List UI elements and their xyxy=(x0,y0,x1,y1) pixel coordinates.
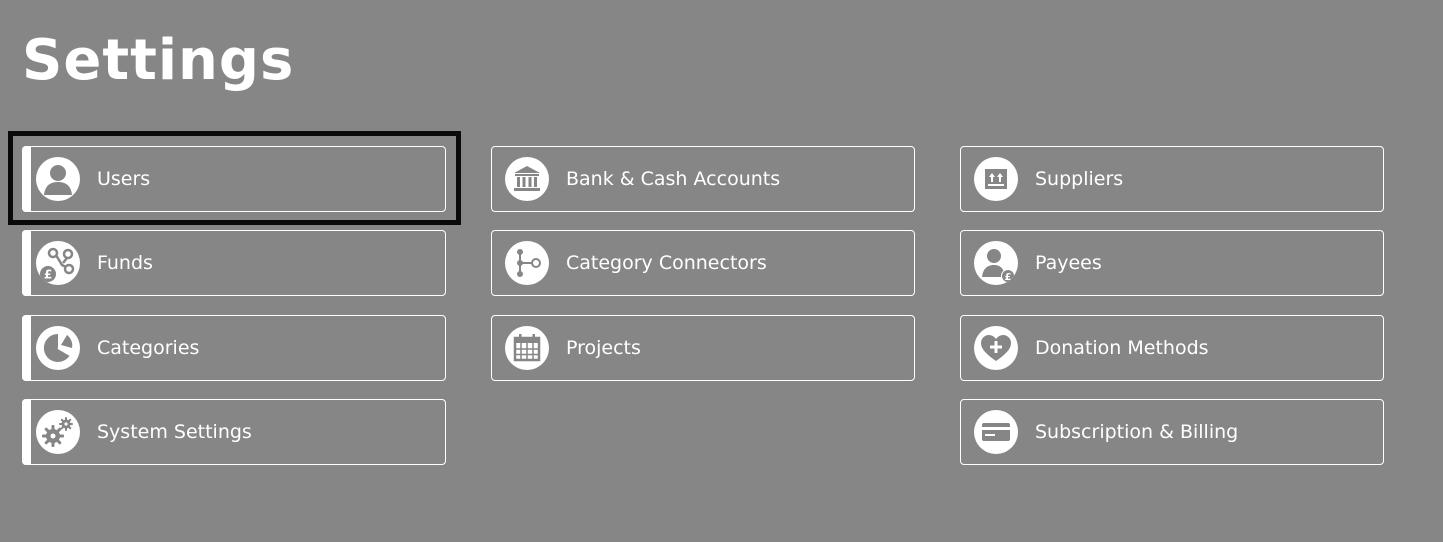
heart-plus-icon xyxy=(974,326,1018,370)
settings-tile-label: Funds xyxy=(97,252,153,274)
svg-text:£: £ xyxy=(1005,272,1012,283)
settings-tile-category-connectors[interactable]: Category Connectors xyxy=(491,230,915,296)
gears-icon xyxy=(36,410,80,454)
user-icon xyxy=(36,157,80,201)
credit-card-icon xyxy=(974,410,1018,454)
calendar-icon xyxy=(505,326,549,370)
settings-tile-subscription-billing[interactable]: Subscription & Billing xyxy=(960,399,1384,465)
svg-text:£: £ xyxy=(44,268,52,282)
funds-network-pound-icon: £ xyxy=(36,241,80,285)
settings-tile-system-settings[interactable]: System Settings xyxy=(22,399,446,465)
settings-tile-label: Categories xyxy=(97,337,200,359)
settings-tile-projects[interactable]: Projects xyxy=(491,315,915,381)
settings-tile-funds[interactable]: £ Funds xyxy=(22,230,446,296)
settings-tile-payees[interactable]: £ Payees xyxy=(960,230,1384,296)
settings-tile-label: Payees xyxy=(1035,252,1102,274)
settings-tile-label: Projects xyxy=(566,337,641,359)
settings-tile-bank-cash-accounts[interactable]: Bank & Cash Accounts xyxy=(491,146,915,212)
settings-tile-donation-methods[interactable]: Donation Methods xyxy=(960,315,1384,381)
connector-icon xyxy=(505,241,549,285)
page-title: Settings xyxy=(22,28,295,93)
settings-tile-label: Subscription & Billing xyxy=(1035,421,1239,443)
settings-tile-label: System Settings xyxy=(97,421,252,443)
settings-tile-label: Donation Methods xyxy=(1035,337,1209,359)
user-pound-icon: £ xyxy=(974,241,1018,285)
settings-tile-label: Bank & Cash Accounts xyxy=(566,168,781,190)
bank-icon xyxy=(505,157,549,201)
settings-tile-suppliers[interactable]: Suppliers xyxy=(960,146,1384,212)
settings-tile-label: Users xyxy=(97,168,151,190)
settings-tile-users[interactable]: Users xyxy=(22,146,446,212)
box-icon xyxy=(974,157,1018,201)
settings-tile-label: Category Connectors xyxy=(566,252,767,274)
settings-tile-categories[interactable]: Categories xyxy=(22,315,446,381)
settings-tile-label: Suppliers xyxy=(1035,168,1124,190)
pie-chart-icon xyxy=(36,326,80,370)
